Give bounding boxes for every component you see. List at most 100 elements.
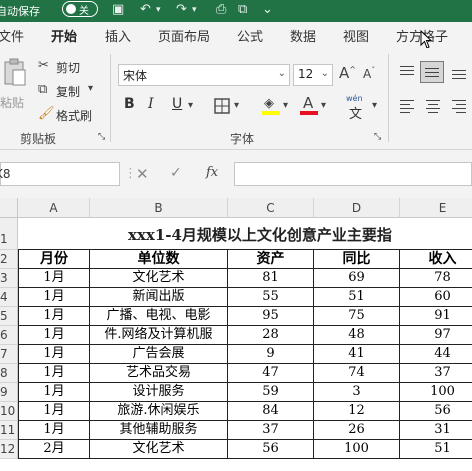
- align-left-button[interactable]: [398, 98, 418, 114]
- bold-button[interactable]: B: [124, 96, 135, 112]
- column-header-a[interactable]: A: [18, 198, 90, 218]
- column-title-cell[interactable]: 资产: [228, 250, 314, 269]
- table-cell[interactable]: 48: [314, 326, 400, 345]
- save-icon[interactable]: ▣: [112, 2, 124, 17]
- table-cell[interactable]: 78: [400, 269, 472, 288]
- table-cell[interactable]: 81: [228, 269, 314, 288]
- table-cell[interactable]: 56: [400, 402, 472, 421]
- italic-button[interactable]: I: [148, 96, 154, 112]
- table-cell[interactable]: 69: [314, 269, 400, 288]
- table-cell[interactable]: 艺术品交易: [90, 364, 228, 383]
- row-header[interactable]: 5: [0, 307, 18, 326]
- column-header-c[interactable]: C: [228, 198, 314, 218]
- tab-data[interactable]: 数据: [290, 26, 316, 45]
- table-cell[interactable]: 91: [400, 307, 472, 326]
- table-cell[interactable]: 55: [228, 288, 314, 307]
- font-launcher-icon[interactable]: ⤡: [374, 132, 381, 142]
- row-header[interactable]: 4: [0, 288, 18, 307]
- row-header[interactable]: 2: [0, 250, 18, 269]
- table-cell[interactable]: 1月: [18, 326, 90, 345]
- row-header[interactable]: 1: [0, 218, 18, 250]
- table-cell[interactable]: 广告会展: [90, 345, 228, 364]
- column-title-cell[interactable]: 单位数: [90, 250, 228, 269]
- table-cell[interactable]: 其他辅助服务: [90, 421, 228, 440]
- format-painter-button[interactable]: 格式刷: [56, 107, 92, 124]
- table-cell[interactable]: 60: [400, 288, 472, 307]
- table-cell[interactable]: 31: [400, 421, 472, 440]
- select-all-corner[interactable]: [0, 198, 18, 218]
- tab-formulas[interactable]: 公式: [237, 26, 263, 45]
- table-cell[interactable]: 设计服务: [90, 383, 228, 402]
- table-cell[interactable]: 28: [228, 326, 314, 345]
- table-cell[interactable]: 1月: [18, 345, 90, 364]
- table-cell[interactable]: 59: [228, 383, 314, 402]
- table-cell[interactable]: 3: [314, 383, 400, 402]
- screenshot-icon[interactable]: ⧉: [238, 2, 247, 17]
- undo-dropdown-icon[interactable]: ▾: [156, 5, 161, 15]
- autosave-toggle[interactable]: 关: [62, 1, 98, 17]
- table-cell[interactable]: 1月: [18, 288, 90, 307]
- phonetic-dropdown-icon[interactable]: ▾: [372, 100, 377, 111]
- table-cell[interactable]: 75: [314, 307, 400, 326]
- tab-page-layout[interactable]: 页面布局: [158, 26, 210, 45]
- row-header[interactable]: 11: [0, 421, 18, 440]
- table-cell[interactable]: 74: [314, 364, 400, 383]
- paste-button[interactable]: 粘贴: [0, 56, 30, 112]
- row-header[interactable]: 8: [0, 364, 18, 383]
- table-cell[interactable]: 97: [400, 326, 472, 345]
- table-cell[interactable]: 26: [314, 421, 400, 440]
- tab-file[interactable]: 文件: [0, 26, 24, 45]
- row-header[interactable]: 9: [0, 383, 18, 402]
- font-color-button[interactable]: A: [300, 94, 318, 116]
- cut-button[interactable]: 剪切: [56, 59, 80, 76]
- enter-icon[interactable]: ✓: [170, 165, 182, 181]
- column-title-cell[interactable]: 月份: [18, 250, 90, 269]
- table-cell[interactable]: 文化艺术: [90, 269, 228, 288]
- table-cell[interactable]: 广播、电视、电影: [90, 307, 228, 326]
- align-right-button[interactable]: [450, 98, 470, 114]
- align-center-button[interactable]: [424, 98, 444, 114]
- redo-icon[interactable]: ↷: [176, 2, 187, 17]
- font-size-select[interactable]: 12 ⌄: [293, 64, 333, 86]
- table-cell[interactable]: 1月: [18, 383, 90, 402]
- table-cell[interactable]: 51: [400, 440, 472, 459]
- row-header[interactable]: 3: [0, 269, 18, 288]
- tab-insert[interactable]: 插入: [105, 26, 131, 45]
- clipboard-launcher-icon[interactable]: ⤡: [98, 132, 105, 142]
- table-cell[interactable]: 95: [228, 307, 314, 326]
- table-cell[interactable]: 2月: [18, 440, 90, 459]
- align-bottom-button[interactable]: [450, 64, 472, 80]
- column-title-cell[interactable]: 收入: [400, 250, 472, 269]
- borders-button[interactable]: [214, 98, 230, 117]
- underline-button[interactable]: U: [172, 96, 182, 112]
- font-color-dropdown-icon[interactable]: ▾: [321, 100, 326, 111]
- phonetic-button[interactable]: wén 文: [346, 94, 370, 122]
- table-cell[interactable]: 47: [228, 364, 314, 383]
- table-cell[interactable]: 1月: [18, 364, 90, 383]
- table-cell[interactable]: 41: [314, 345, 400, 364]
- table-cell[interactable]: 12: [314, 402, 400, 421]
- row-header[interactable]: 7: [0, 345, 18, 364]
- row-header[interactable]: 12: [0, 440, 18, 459]
- copy-button[interactable]: 复制: [56, 83, 80, 100]
- table-cell[interactable]: 9: [228, 345, 314, 364]
- table-cell[interactable]: 56: [228, 440, 314, 459]
- underline-dropdown-icon[interactable]: ▾: [188, 100, 193, 111]
- column-header-b[interactable]: B: [90, 198, 228, 218]
- fill-color-dropdown-icon[interactable]: ▾: [283, 100, 288, 111]
- row-header[interactable]: 10: [0, 402, 18, 421]
- sheet-title-cell[interactable]: xxx1-4月规模以上文化创意产业主要指: [18, 218, 472, 250]
- table-cell[interactable]: 100: [314, 440, 400, 459]
- redo-dropdown-icon[interactable]: ▾: [192, 5, 197, 15]
- table-cell[interactable]: 44: [400, 345, 472, 364]
- column-title-cell[interactable]: 同比: [314, 250, 400, 269]
- more-commands-icon[interactable]: ⌄: [262, 2, 273, 17]
- table-cell[interactable]: 84: [228, 402, 314, 421]
- decrease-font-size-icon[interactable]: Aˇ: [363, 66, 375, 81]
- copy-dropdown-icon[interactable]: ▾: [88, 83, 93, 94]
- table-cell[interactable]: 1月: [18, 269, 90, 288]
- align-top-button[interactable]: [398, 64, 418, 80]
- table-cell[interactable]: 37: [400, 364, 472, 383]
- table-cell[interactable]: 51: [314, 288, 400, 307]
- name-box[interactable]: K8: [0, 162, 120, 186]
